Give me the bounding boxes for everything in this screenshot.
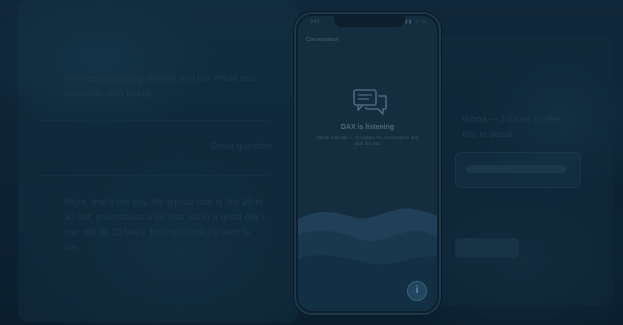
background-button (455, 238, 519, 258)
background-message-3: Right, that's the key. My typical rate i… (64, 197, 265, 253)
screen-title: DAX is listening (340, 124, 395, 131)
background-input-field (455, 152, 581, 188)
background-divider (40, 175, 270, 176)
info-button[interactable]: i (407, 281, 427, 301)
phone-mockup: 9:41 ▮▮▮ ◔ ▭ Conversation DAX is listeni… (294, 12, 441, 315)
background-message-1: I've been tweaking alerting and the whol… (64, 73, 256, 99)
status-time: 9:41 (310, 19, 320, 25)
status-icons: ▮▮▮ ◔ ▭ (401, 19, 427, 25)
info-icon: i (415, 285, 419, 296)
background-divider (40, 120, 270, 121)
phone-screen: 9:41 ▮▮▮ ◔ ▭ Conversation DAX is listeni… (298, 16, 437, 311)
background-panel-left (18, 0, 298, 322)
background-message-right: Whoa — I'd love to see this in detail (462, 114, 560, 140)
screen-subtitle: Speak naturally — I'll capture the conve… (316, 135, 419, 146)
chat-bubbles-icon (353, 89, 387, 115)
app-header: Conversation (306, 37, 339, 43)
phone-notch (334, 16, 405, 27)
background-message-2: Great question (210, 141, 273, 152)
